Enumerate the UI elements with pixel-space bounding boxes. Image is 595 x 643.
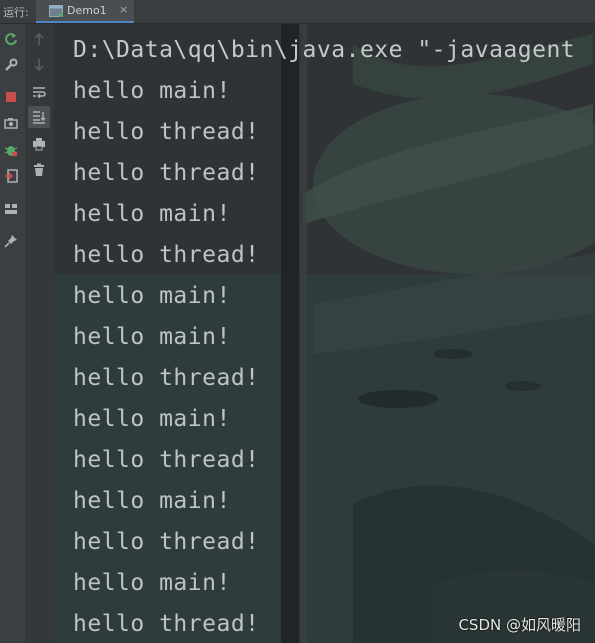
debug-bug-icon[interactable] bbox=[1, 140, 21, 160]
console-line: hello main! bbox=[73, 406, 231, 432]
rerun-icon[interactable] bbox=[1, 29, 21, 49]
pin-icon[interactable] bbox=[1, 231, 21, 251]
console-line: hello main! bbox=[73, 570, 231, 596]
console-output[interactable]: D:\Data\qq\bin\java.exe "-javaagent hell… bbox=[53, 24, 595, 643]
scroll-to-end-icon[interactable] bbox=[28, 106, 50, 128]
up-arrow-icon[interactable] bbox=[29, 29, 49, 49]
soft-wrap-icon[interactable] bbox=[29, 82, 49, 102]
tab-title: Demo1 bbox=[67, 4, 107, 17]
console-lines: D:\Data\qq\bin\java.exe "-javaagent hell… bbox=[73, 30, 575, 643]
camera-icon[interactable] bbox=[1, 113, 21, 133]
watermark: CSDN @如风暖阳 bbox=[458, 616, 581, 634]
console-line: hello thread! bbox=[73, 447, 260, 473]
close-icon[interactable]: × bbox=[119, 3, 128, 16]
tab-demo1[interactable]: Demo1 × bbox=[36, 0, 134, 23]
print-icon[interactable] bbox=[29, 134, 49, 154]
console-line: hello thread! bbox=[73, 119, 260, 145]
console-line: hello thread! bbox=[73, 529, 260, 555]
run-label: 运行: bbox=[3, 6, 29, 19]
run-toolwindow-header: 运行: Demo1 × bbox=[0, 0, 595, 24]
down-arrow-icon[interactable] bbox=[29, 55, 49, 75]
layout-icon[interactable] bbox=[1, 199, 21, 219]
console-icon bbox=[49, 5, 63, 17]
exit-icon[interactable] bbox=[1, 166, 21, 186]
console-line: hello main! bbox=[73, 283, 231, 309]
run-actions-toolbar bbox=[0, 24, 26, 643]
console-line: hello main! bbox=[73, 324, 231, 350]
console-line: hello main! bbox=[73, 201, 231, 227]
trash-icon[interactable] bbox=[29, 160, 49, 180]
console-line: hello main! bbox=[73, 78, 231, 104]
console-actions-toolbar bbox=[26, 24, 54, 643]
console-line: hello thread! bbox=[73, 365, 260, 391]
settings-wrench-icon[interactable] bbox=[1, 55, 21, 75]
console-line: hello thread! bbox=[73, 160, 260, 186]
console-command-line: D:\Data\qq\bin\java.exe "-javaagent bbox=[73, 37, 576, 63]
console-line: hello thread! bbox=[73, 242, 260, 268]
console-line: hello main! bbox=[73, 488, 231, 514]
stop-icon[interactable] bbox=[1, 87, 21, 107]
